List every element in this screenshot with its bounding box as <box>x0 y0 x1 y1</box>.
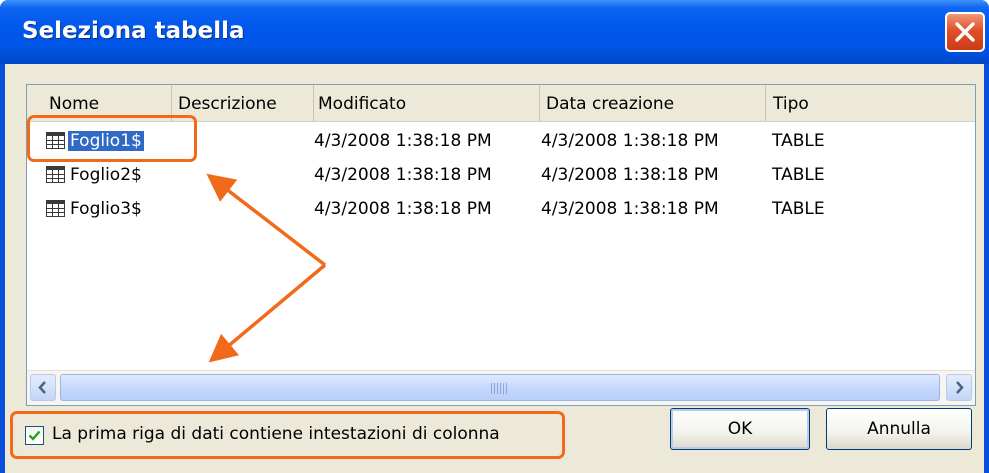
annotation-arrow-up <box>206 173 327 267</box>
dialog-window: Seleziona tabella Nome Descrizione Modif… <box>0 0 989 473</box>
annotation-arrow-down <box>208 263 327 363</box>
annotation-arrows <box>206 173 327 363</box>
